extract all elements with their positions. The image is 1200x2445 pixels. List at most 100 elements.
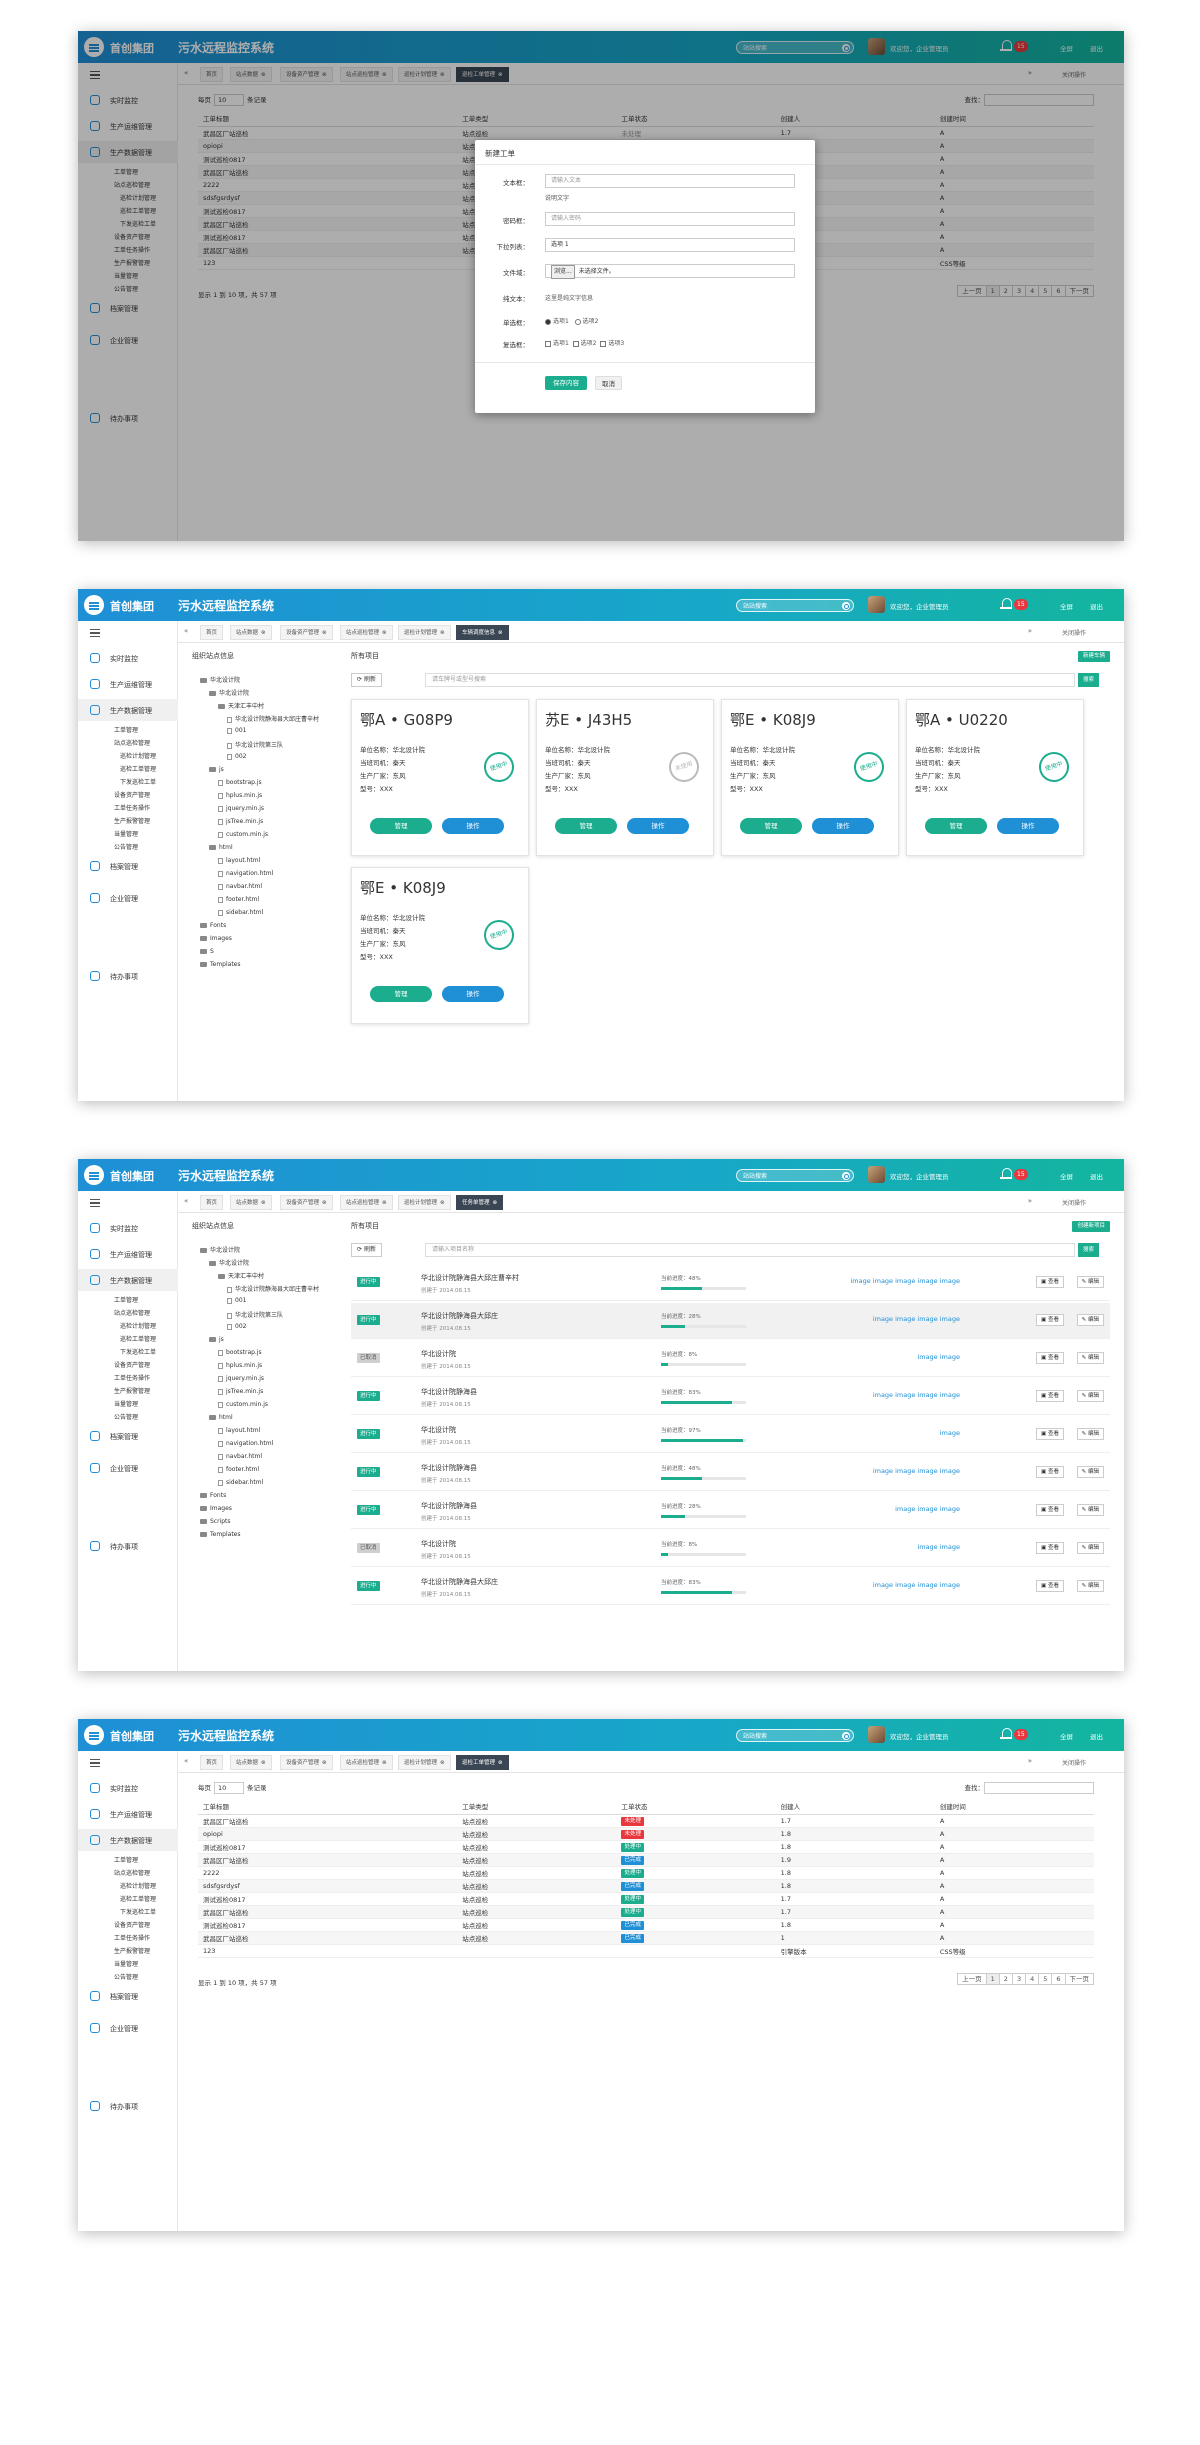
tab[interactable]: 巡检计划管理 ⊗ bbox=[398, 1755, 451, 1770]
sidebar-item-todo[interactable]: 待办事项 bbox=[78, 965, 178, 987]
table-row[interactable]: opiopi站点巡检未处理 1.8A bbox=[198, 1827, 1094, 1841]
site-search[interactable] bbox=[736, 1729, 854, 1742]
site-search[interactable] bbox=[736, 599, 854, 612]
save-button[interactable]: 保存内容 bbox=[545, 376, 587, 390]
tree-folder[interactable]: Templates bbox=[200, 961, 241, 968]
user-greeting[interactable]: 欢迎您，企业管理员 bbox=[890, 1171, 949, 1181]
manage-button[interactable]: 管理 bbox=[925, 818, 987, 834]
tree-file[interactable]: 002 bbox=[227, 753, 246, 760]
project-row[interactable]: 进行中 华北设计院静海县 创建于 2014.08.15 当前进度：48% image i… bbox=[351, 1455, 1110, 1491]
tab[interactable]: 站点数据 ⊗ bbox=[230, 1195, 272, 1210]
tab[interactable]: 巡检计划管理 ⊗ bbox=[398, 1195, 451, 1210]
sidebar-subitem[interactable]: 当量管理 bbox=[114, 829, 138, 838]
sidebar-subitem[interactable]: 巡检计划管理 bbox=[120, 751, 156, 760]
tree-file[interactable]: footer.html bbox=[218, 896, 259, 903]
table-row[interactable]: 武昌区厂站巡检 站点巡检 未处理 1.7 A bbox=[198, 1814, 1094, 1828]
sidebar-subitem[interactable]: 巡检工单管理 bbox=[120, 1894, 156, 1903]
tree-file[interactable]: 华北设计院第三队 bbox=[227, 1310, 283, 1319]
sidebar-subitem[interactable]: 站点巡检管理 bbox=[114, 1868, 150, 1877]
edit-button[interactable]: ✎ 编辑 bbox=[1076, 1466, 1104, 1478]
tree-file[interactable]: hplus.min.js bbox=[218, 1362, 262, 1369]
close-ops-menu[interactable]: 关闭操作 bbox=[1062, 1198, 1086, 1207]
tree-folder[interactable]: js bbox=[209, 1336, 224, 1343]
tree-folder[interactable]: 华北设计院 bbox=[200, 675, 240, 684]
sidebar-item-data[interactable]: 生产数据管理 bbox=[78, 699, 178, 721]
sidebar-subitem[interactable]: 生产报警管理 bbox=[114, 1386, 150, 1395]
radio-button[interactable] bbox=[574, 318, 581, 325]
tab[interactable]: 设备资产管理 ⊗ bbox=[280, 1755, 333, 1770]
sidebar-item-data[interactable]: 生产数据管理 bbox=[78, 1269, 178, 1291]
view-button[interactable]: ▣ 查看 bbox=[1036, 1428, 1064, 1440]
view-button[interactable]: ▣ 查看 bbox=[1036, 1390, 1064, 1402]
tree-file[interactable]: bootstrap.js bbox=[218, 779, 262, 786]
bell-icon[interactable] bbox=[1000, 1728, 1012, 1741]
tab-scroll-right-icon[interactable]: » bbox=[1028, 1757, 1032, 1765]
sidebar-subitem[interactable]: 设备资产管理 bbox=[114, 1920, 150, 1929]
create-project-button[interactable]: 创建新项目 bbox=[1072, 1221, 1110, 1232]
operate-button[interactable]: 操作 bbox=[627, 818, 689, 834]
project-row[interactable]: 进行中 华北设计院静海县大邱庄曹辛村 创建于 2014.08.15 当前进度：48% i… bbox=[351, 1265, 1110, 1301]
sidebar-subitem[interactable]: 公告管理 bbox=[114, 1972, 138, 1981]
site-search[interactable] bbox=[736, 1169, 854, 1182]
menu-toggle-icon[interactable] bbox=[90, 1759, 100, 1767]
table-row[interactable]: 测试巡检0817站点巡检处理中 1.7A bbox=[198, 1892, 1094, 1906]
pager-page[interactable]: 2 bbox=[998, 1973, 1013, 1985]
close-ops-menu[interactable]: 关闭操作 bbox=[1062, 628, 1086, 637]
avatar[interactable] bbox=[868, 1726, 885, 1743]
sidebar-subitem[interactable]: 工单任务操作 bbox=[114, 1933, 150, 1942]
sidebar-subitem[interactable]: 巡检工单管理 bbox=[120, 764, 156, 773]
refresh-button[interactable]: ⟳ 刷新 bbox=[351, 673, 382, 687]
page-size-select[interactable]: 10 bbox=[214, 1782, 244, 1794]
sidebar-subitem[interactable]: 工单管理 bbox=[114, 725, 138, 734]
tree-file[interactable]: layout.html bbox=[218, 1427, 260, 1434]
project-row[interactable]: 进行中 华北设计院静海县大邱庄 创建于 2014.08.15 当前进度：83% imag… bbox=[351, 1569, 1110, 1605]
tab[interactable]: 站点数据 ⊗ bbox=[230, 625, 272, 640]
tree-folder[interactable]: S bbox=[200, 948, 214, 955]
sidebar-item-ops[interactable]: 生产运维管理 bbox=[78, 673, 178, 695]
file-field[interactable]: 浏览... 未选择文件。 bbox=[545, 264, 795, 279]
sidebar-subitem[interactable]: 生产报警管理 bbox=[114, 816, 150, 825]
sidebar-item-ops[interactable]: 生产运维管理 bbox=[78, 1803, 178, 1825]
tab-home[interactable]: 首页 bbox=[200, 1195, 224, 1210]
tree-folder[interactable]: Scripts bbox=[200, 1518, 231, 1525]
tree-folder[interactable]: html bbox=[209, 1414, 233, 1421]
vehicle-search-input[interactable]: 请车牌号或型号搜索 bbox=[425, 673, 1075, 687]
table-row[interactable]: 武昌区厂站巡检站点巡检已完成 1.9A bbox=[198, 1853, 1094, 1867]
checkbox[interactable] bbox=[572, 340, 579, 347]
refresh-button[interactable]: ⟳ 刷新 bbox=[351, 1243, 382, 1257]
tab[interactable]: 设备资产管理 ⊗ bbox=[280, 625, 333, 640]
site-search-input[interactable] bbox=[743, 601, 833, 611]
sidebar-item-data[interactable]: 生产数据管理 bbox=[78, 1829, 178, 1851]
tab-active[interactable]: 任务单管理 ⊗ bbox=[456, 1195, 504, 1210]
sidebar-subitem[interactable]: 设备资产管理 bbox=[114, 1360, 150, 1369]
tab[interactable]: 巡检计划管理 ⊗ bbox=[398, 625, 451, 640]
project-row[interactable]: 进行中 华北设计院静海县 创建于 2014.08.15 当前进度：28% image i… bbox=[351, 1493, 1110, 1529]
project-images[interactable]: image image image image bbox=[873, 1581, 960, 1589]
bell-icon[interactable] bbox=[1000, 598, 1012, 611]
tree-file[interactable]: bootstrap.js bbox=[218, 1349, 262, 1356]
close-icon[interactable]: ⊗ bbox=[440, 630, 445, 636]
tree-file[interactable]: footer.html bbox=[218, 1466, 259, 1473]
tab-scroll-right-icon[interactable]: » bbox=[1028, 1197, 1032, 1205]
tab[interactable]: 站点巡检管理 ⊗ bbox=[340, 1195, 393, 1210]
tree-folder[interactable]: js bbox=[209, 766, 224, 773]
manage-button[interactable]: 管理 bbox=[370, 818, 432, 834]
sidebar-item-monitor[interactable]: 实时监控 bbox=[78, 1777, 178, 1799]
tab-active[interactable]: 巡检工单管理 ⊗ bbox=[456, 1755, 509, 1770]
close-icon[interactable]: ⊗ bbox=[261, 630, 266, 636]
operate-button[interactable]: 操作 bbox=[442, 986, 504, 1002]
edit-button[interactable]: ✎ 编辑 bbox=[1076, 1580, 1104, 1592]
project-row[interactable]: 已取消 华北设计院 创建于 2014.08.15 当前进度：8% image image… bbox=[351, 1341, 1110, 1377]
edit-button[interactable]: ✎ 编辑 bbox=[1076, 1542, 1104, 1554]
sidebar-subitem[interactable]: 工单任务操作 bbox=[114, 1373, 150, 1382]
project-title[interactable]: 华北设计院 bbox=[421, 1425, 456, 1435]
radio-button[interactable] bbox=[545, 318, 551, 325]
column-header[interactable]: 工单标题 bbox=[198, 1799, 458, 1815]
edit-button[interactable]: ✎ 编辑 bbox=[1076, 1276, 1104, 1288]
edit-button[interactable]: ✎ 编辑 bbox=[1076, 1390, 1104, 1402]
tab-scroll-left-icon[interactable]: « bbox=[184, 627, 188, 635]
project-title[interactable]: 华北设计院静海县 bbox=[421, 1501, 477, 1511]
site-search-input[interactable] bbox=[743, 1731, 833, 1741]
project-title[interactable]: 华北设计院静海县大邱庄曹辛村 bbox=[421, 1273, 519, 1283]
table-row[interactable]: 武昌区厂站巡检站点巡检处理中 1.7A bbox=[198, 1905, 1094, 1919]
